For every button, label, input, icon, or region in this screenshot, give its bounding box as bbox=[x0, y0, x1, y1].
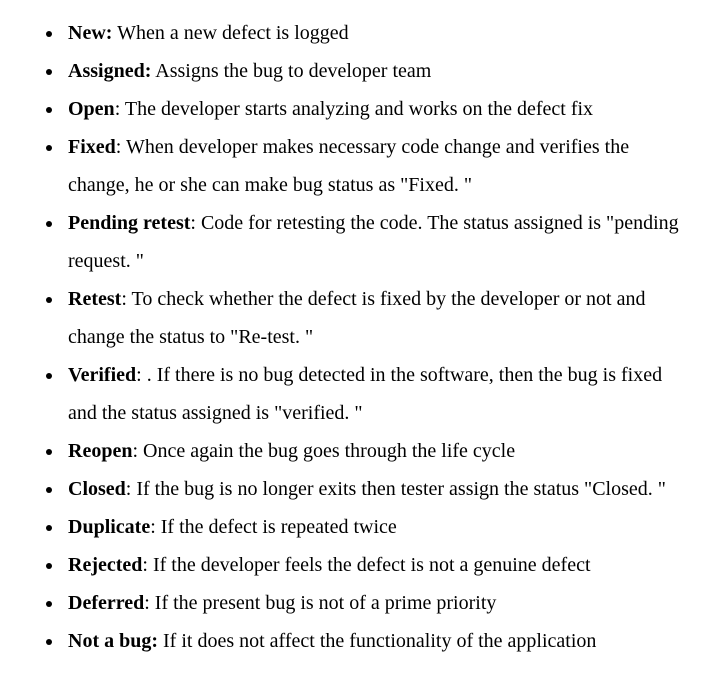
defect-desc: : Once again the bug goes through the li… bbox=[132, 440, 515, 462]
defect-desc: : The developer starts analyzing and wor… bbox=[115, 98, 593, 120]
list-item: Duplicate: If the defect is repeated twi… bbox=[64, 508, 690, 546]
defect-desc: : To check whether the defect is fixed b… bbox=[68, 288, 645, 348]
list-item: Deferred: If the present bug is not of a… bbox=[64, 584, 690, 622]
list-item: Retest: To check whether the defect is f… bbox=[64, 280, 690, 356]
defect-term: Reopen bbox=[68, 440, 132, 462]
defect-term: Retest bbox=[68, 288, 121, 310]
defect-desc: Assigns the bug to developer team bbox=[151, 60, 431, 82]
defect-term: Rejected bbox=[68, 554, 142, 576]
defect-desc: : If the bug is no longer exits then tes… bbox=[126, 478, 666, 500]
slide-page: New: When a new defect is logged Assigne… bbox=[0, 0, 720, 674]
list-item: Assigned: Assigns the bug to developer t… bbox=[64, 52, 690, 90]
defect-term: Assigned: bbox=[68, 60, 151, 82]
list-item: Open: The developer starts analyzing and… bbox=[64, 90, 690, 128]
defect-desc: : If the present bug is not of a prime p… bbox=[144, 592, 496, 614]
list-item: Reopen: Once again the bug goes through … bbox=[64, 432, 690, 470]
list-item: New: When a new defect is logged bbox=[64, 14, 690, 52]
list-item: Verified: . If there is no bug detected … bbox=[64, 356, 690, 432]
defect-term: New: bbox=[68, 22, 112, 44]
list-item: Rejected: If the developer feels the def… bbox=[64, 546, 690, 584]
defect-term: Closed bbox=[68, 478, 126, 500]
defect-term: Duplicate bbox=[68, 516, 150, 538]
defect-term: Pending retest bbox=[68, 212, 190, 234]
defect-desc: : If the developer feels the defect is n… bbox=[142, 554, 590, 576]
defect-status-list: New: When a new defect is logged Assigne… bbox=[30, 14, 690, 660]
list-item: Not a bug: If it does not affect the fun… bbox=[64, 622, 690, 660]
defect-desc: : If the defect is repeated twice bbox=[150, 516, 397, 538]
defect-desc: If it does not affect the functionality … bbox=[158, 630, 596, 652]
defect-term: Fixed bbox=[68, 136, 116, 158]
defect-desc: : . If there is no bug detected in the s… bbox=[68, 364, 662, 424]
defect-term: Open bbox=[68, 98, 115, 120]
defect-desc: When a new defect is logged bbox=[112, 22, 348, 44]
defect-desc: : When developer makes necessary code ch… bbox=[68, 136, 629, 196]
list-item: Fixed: When developer makes necessary co… bbox=[64, 128, 690, 204]
defect-term: Deferred bbox=[68, 592, 144, 614]
list-item: Pending retest: Code for retesting the c… bbox=[64, 204, 690, 280]
list-item: Closed: If the bug is no longer exits th… bbox=[64, 470, 690, 508]
defect-term: Not a bug: bbox=[68, 630, 158, 652]
defect-term: Verified bbox=[68, 364, 136, 386]
